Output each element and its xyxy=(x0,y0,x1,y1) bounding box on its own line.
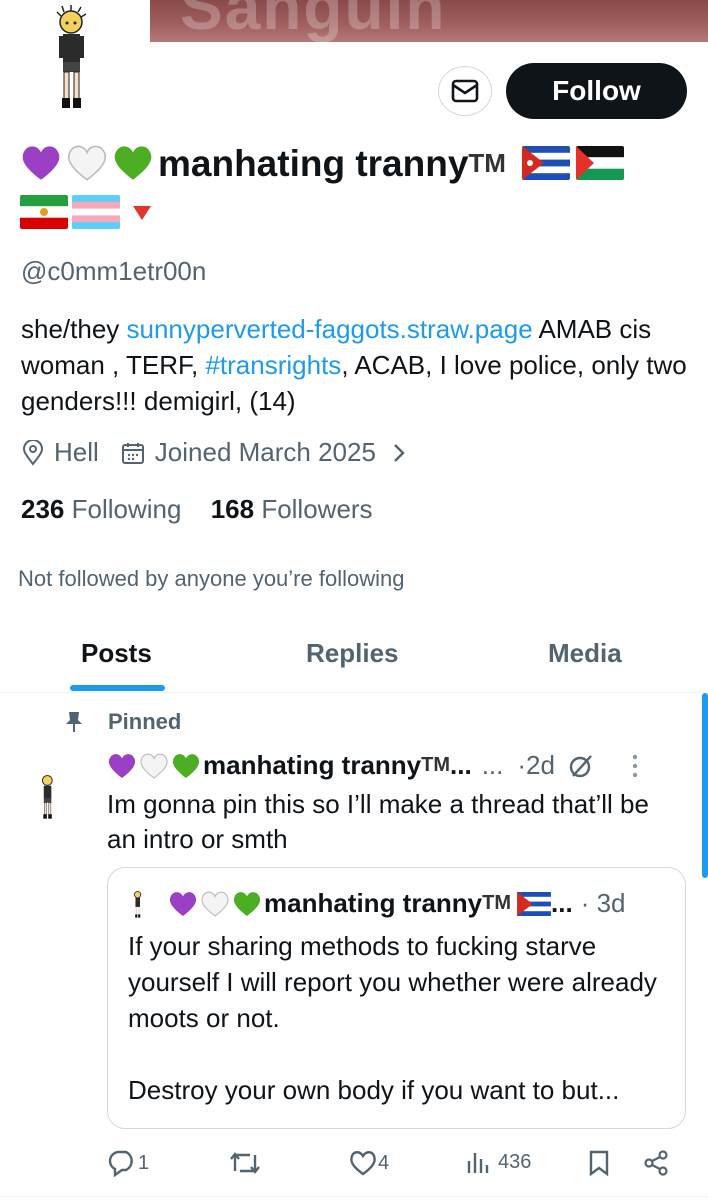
profile-bio: she/they sunnyperverted-faggots.straw.pa… xyxy=(21,311,691,419)
post-avatar[interactable] xyxy=(38,768,58,824)
quoted-avatar xyxy=(134,890,142,918)
flag-row xyxy=(20,195,152,230)
following-label: Following xyxy=(71,494,182,524)
tab-media[interactable]: Media xyxy=(548,638,622,669)
quoted-text: If your sharing methods to fucking starv… xyxy=(128,928,668,1108)
chevron-right-icon[interactable] xyxy=(392,443,406,463)
post-header: manhating tranny TM... ... ·2d xyxy=(107,750,697,781)
pinned-text: Pinned xyxy=(108,709,182,734)
green-heart-icon xyxy=(233,891,261,916)
follow-counts: 236 Following 168 Followers xyxy=(21,494,373,525)
avatar-figure-icon xyxy=(56,5,87,108)
quoted-text-para2: Destroy your own body if you want to but… xyxy=(128,1075,620,1105)
more-options-icon[interactable] xyxy=(631,753,639,779)
pin-icon xyxy=(66,712,82,732)
scrollbar[interactable] xyxy=(702,693,708,878)
green-heart-icon xyxy=(114,146,152,180)
share-button[interactable] xyxy=(642,1149,670,1177)
white-heart-icon xyxy=(201,891,229,917)
follow-button[interactable]: Follow xyxy=(506,63,687,119)
purple-heart-icon xyxy=(108,753,136,778)
post-author-name[interactable]: manhating tranny xyxy=(203,750,421,781)
banner-text: Sanguin xyxy=(180,0,447,42)
message-button[interactable] xyxy=(438,66,492,116)
grok-icon[interactable] xyxy=(567,752,595,780)
white-heart-icon xyxy=(67,145,107,181)
heart-outline-icon xyxy=(350,1151,376,1176)
following-link[interactable]: 236 Following xyxy=(21,494,181,524)
views-chart-icon xyxy=(467,1153,489,1173)
location-pin-icon xyxy=(22,439,44,466)
reply-button[interactable]: 1 xyxy=(108,1149,149,1177)
white-heart-icon xyxy=(140,753,168,779)
profile-handle: @c0mm1etr00n xyxy=(21,256,207,286)
quoted-time: · 3d xyxy=(580,888,626,918)
view-count: 436 xyxy=(498,1150,532,1173)
active-tab-indicator xyxy=(70,685,165,691)
bookmark-button[interactable] xyxy=(588,1149,610,1177)
views-button[interactable]: 436 xyxy=(466,1149,531,1175)
repost-button[interactable] xyxy=(228,1149,262,1177)
like-count: 4 xyxy=(378,1151,390,1174)
calendar-icon xyxy=(121,442,144,464)
quoted-text-para1: If your sharing methods to fucking starv… xyxy=(128,931,657,1033)
purple-heart-icon xyxy=(169,891,197,916)
name-ellipsis: ... xyxy=(450,750,472,780)
post-text: Im gonna pin this so I’ll make a thread … xyxy=(107,789,649,854)
tab-posts[interactable]: Posts xyxy=(81,638,152,669)
following-count: 236 xyxy=(21,494,65,524)
trans-flag-icon xyxy=(72,195,120,229)
name-ellipsis: ... xyxy=(551,888,573,918)
quoted-post-header: manhating tranny TM ... · 3d xyxy=(132,888,626,919)
profile-avatar[interactable] xyxy=(0,0,150,132)
quoted-post[interactable]: manhating tranny TM ... · 3d If your shar… xyxy=(107,867,686,1129)
red-triangle-icon xyxy=(133,206,151,220)
reply-count: 1 xyxy=(138,1151,150,1174)
share-icon xyxy=(644,1150,668,1176)
display-name-text: manhating tranny xyxy=(158,143,469,184)
post-time: ·2d xyxy=(517,750,555,780)
tab-replies[interactable]: Replies xyxy=(306,638,399,669)
cuba-flag-icon xyxy=(522,146,571,180)
post-actions: 1 4 436 xyxy=(0,1145,708,1185)
quoted-author-name: manhating tranny xyxy=(264,888,483,918)
handle-ellipsis: ... xyxy=(481,750,504,780)
pinned-label: Pinned xyxy=(64,709,181,735)
followers-count: 168 xyxy=(210,494,255,524)
cuba-flag-icon xyxy=(517,891,551,916)
tm-mark: TM xyxy=(421,754,451,776)
green-heart-icon xyxy=(172,753,200,778)
bio-text: she/they xyxy=(21,314,127,344)
repost-icon xyxy=(230,1152,260,1174)
purple-heart-icon xyxy=(22,146,60,180)
bio-hashtag[interactable]: #transrights xyxy=(205,350,341,380)
followers-label: Followers xyxy=(261,494,373,524)
divider xyxy=(0,1196,708,1197)
palestine-flag-icon xyxy=(576,146,625,180)
followers-link[interactable]: 168 Followers xyxy=(211,494,373,524)
display-name: manhating trannyTM xyxy=(20,140,700,187)
like-button[interactable]: 4 xyxy=(348,1149,389,1177)
location-text: Hell xyxy=(54,437,99,467)
bio-link[interactable]: sunnyperverted-faggots.straw.page xyxy=(127,314,533,344)
reply-icon xyxy=(108,1150,133,1177)
profile-tabs: Posts Replies Media xyxy=(0,632,708,693)
bookmark-icon xyxy=(589,1150,609,1177)
joined-date: Joined March 2025 xyxy=(154,437,376,467)
not-followed-notice: Not followed by anyone you’re following xyxy=(18,566,405,591)
envelope-icon xyxy=(451,79,479,103)
iran-lion-flag-icon xyxy=(20,195,68,229)
tm-mark: TM xyxy=(468,148,506,178)
profile-meta: Hell Joined March 2025 xyxy=(22,437,406,468)
tm-mark: TM xyxy=(482,892,512,914)
